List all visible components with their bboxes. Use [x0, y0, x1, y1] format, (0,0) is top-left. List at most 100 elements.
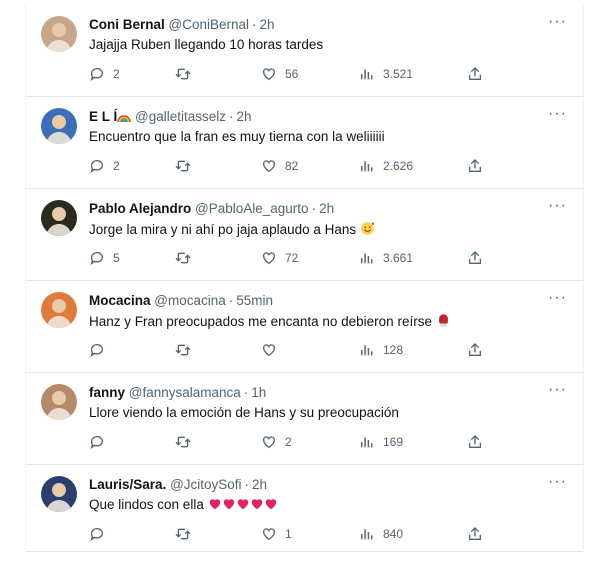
- display-name[interactable]: fanny: [89, 385, 125, 400]
- timestamp[interactable]: 1h: [251, 385, 266, 400]
- share-icon: [467, 342, 483, 358]
- retweet-button[interactable]: [175, 434, 199, 450]
- like-count: 82: [285, 159, 299, 173]
- timestamp[interactable]: 2h: [319, 201, 334, 216]
- username-handle[interactable]: @fannysalamanca: [129, 385, 241, 400]
- tweet[interactable]: Mocacina @mocacina · 55min ··· Hanz y Fran p…: [26, 280, 583, 373]
- views-icon: [359, 342, 375, 358]
- timestamp[interactable]: 55min: [236, 293, 273, 308]
- more-icon[interactable]: ···: [548, 14, 567, 30]
- views-button[interactable]: 128: [359, 342, 403, 358]
- more-icon[interactable]: ···: [548, 290, 567, 306]
- views-button[interactable]: 3.661: [359, 250, 413, 266]
- tweet[interactable]: Lauris/Sara. @JcitoySofi · 2h ··· Que lindos…: [26, 464, 583, 552]
- like-button[interactable]: 82: [261, 158, 298, 174]
- retweet-button[interactable]: [175, 66, 199, 82]
- more-icon[interactable]: ···: [548, 198, 567, 214]
- tweet-header: Lauris/Sara. @JcitoySofi · 2h: [89, 477, 267, 492]
- action-bar: 5 72 3.661: [89, 250, 489, 270]
- reply-button[interactable]: 2: [89, 66, 120, 82]
- share-button[interactable]: [467, 342, 483, 358]
- heart-icon: [261, 66, 277, 82]
- views-icon: [359, 66, 375, 82]
- reply-button[interactable]: 5: [89, 250, 120, 266]
- like-count: 56: [285, 67, 299, 81]
- avatar[interactable]: [41, 108, 77, 144]
- share-icon: [467, 250, 483, 266]
- timestamp[interactable]: 2h: [260, 17, 275, 32]
- avatar[interactable]: [41, 292, 77, 328]
- tweet-text: Encuentro que la fran es muy tierna con …: [89, 129, 385, 144]
- avatar[interactable]: [41, 200, 77, 236]
- tweet[interactable]: fanny @fannysalamanca · 1h ··· Llore viendo …: [26, 372, 583, 465]
- more-icon[interactable]: ···: [548, 106, 567, 122]
- separator-dot: ·: [229, 109, 234, 124]
- views-count: 128: [383, 343, 404, 357]
- tweet-text: Llore viendo la emoción de Hans y su pre…: [89, 405, 399, 420]
- views-button[interactable]: 840: [359, 526, 403, 542]
- smiling-hearts-emoji-icon: [360, 222, 375, 237]
- display-name[interactable]: Coni Bernal: [89, 17, 165, 32]
- tweet-text-container: Encuentro que la fran es muy tierna con …: [89, 129, 385, 144]
- tweet[interactable]: Pablo Alejandro @PabloAle_agurto · 2h ··· Jo…: [26, 188, 583, 281]
- timestamp[interactable]: 2h: [252, 477, 267, 492]
- username-handle[interactable]: @galletitasselz: [135, 109, 226, 124]
- like-count: 1: [285, 527, 292, 541]
- views-icon: [359, 434, 375, 450]
- share-button[interactable]: [467, 158, 483, 174]
- tweet-feed: Coni Bernal @ConiBernal · 2h ··· Jajajja Rub…: [25, 4, 584, 552]
- reply-button[interactable]: [89, 434, 113, 450]
- like-button[interactable]: 1: [261, 526, 292, 542]
- heart-icon: [261, 526, 277, 542]
- like-count: 2: [285, 435, 292, 449]
- retweet-button[interactable]: [175, 158, 199, 174]
- views-button[interactable]: 169: [359, 434, 403, 450]
- views-button[interactable]: 2.626: [359, 158, 413, 174]
- reply-button[interactable]: [89, 342, 113, 358]
- share-icon: [467, 434, 483, 450]
- more-icon[interactable]: ···: [548, 382, 567, 398]
- heart-icon: [261, 158, 277, 174]
- share-icon: [467, 158, 483, 174]
- reply-button[interactable]: 2: [89, 158, 120, 174]
- like-button[interactable]: 72: [261, 250, 298, 266]
- share-button[interactable]: [467, 250, 483, 266]
- retweet-button[interactable]: [175, 342, 199, 358]
- like-button[interactable]: 2: [261, 434, 292, 450]
- more-icon[interactable]: ···: [548, 474, 567, 490]
- username-handle[interactable]: @mocacina: [154, 293, 225, 308]
- username-handle[interactable]: @ConiBernal: [169, 17, 250, 32]
- avatar[interactable]: [41, 384, 77, 420]
- display-name[interactable]: Mocacina: [89, 293, 151, 308]
- reply-button[interactable]: [89, 526, 113, 542]
- retweet-icon: [175, 250, 191, 266]
- like-button[interactable]: [261, 342, 285, 358]
- display-name[interactable]: Lauris/Sara.: [89, 477, 166, 492]
- username-handle[interactable]: @JcitoySofi: [170, 477, 241, 492]
- share-button[interactable]: [467, 526, 483, 542]
- timestamp[interactable]: 2h: [237, 109, 252, 124]
- reply-count: 2: [113, 159, 120, 173]
- tweet[interactable]: E L Í @galletitasselz · 2h ··· Encuentro que…: [26, 96, 583, 189]
- views-icon: [359, 526, 375, 542]
- action-bar: 128: [89, 342, 489, 362]
- retweet-icon: [175, 66, 191, 82]
- avatar[interactable]: [41, 16, 77, 52]
- username-handle[interactable]: @PabloAle_agurto: [195, 201, 309, 216]
- views-button[interactable]: 3.521: [359, 66, 413, 82]
- share-button[interactable]: [467, 66, 483, 82]
- reply-icon: [89, 66, 105, 82]
- retweet-button[interactable]: [175, 250, 199, 266]
- display-name[interactable]: E L Í: [89, 109, 117, 124]
- tweet[interactable]: Coni Bernal @ConiBernal · 2h ··· Jajajja Rub…: [26, 4, 583, 97]
- views-icon: [359, 250, 375, 266]
- display-name[interactable]: Pablo Alejandro: [89, 201, 191, 216]
- avatar[interactable]: [41, 476, 77, 512]
- share-button[interactable]: [467, 434, 483, 450]
- action-bar: 2 169: [89, 434, 489, 454]
- retweet-button[interactable]: [175, 526, 199, 542]
- tweet-text-container: Hanz y Fran preocupados me encanta no de…: [89, 313, 451, 329]
- separator-dot: ·: [311, 201, 317, 216]
- tweet-text-container: Que lindos con ella: [89, 497, 278, 512]
- like-button[interactable]: 56: [261, 66, 298, 82]
